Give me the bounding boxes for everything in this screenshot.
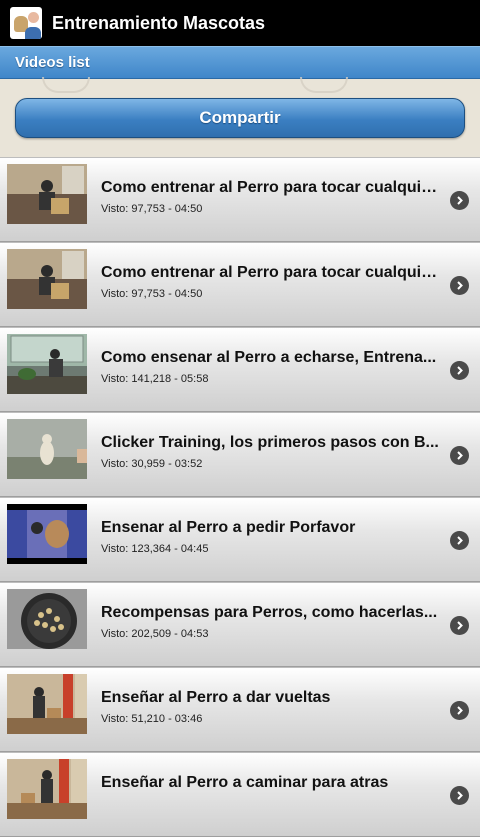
chevron-right-icon[interactable]	[450, 191, 469, 210]
video-thumbnail	[7, 419, 87, 479]
chevron-right-icon[interactable]	[450, 276, 469, 295]
list-item[interactable]: Recompensas para Perros, como hacerlas..…	[0, 582, 480, 667]
decorative-bow-icon	[300, 77, 348, 93]
videos-list-label: Videos list	[15, 54, 90, 71]
chevron-right-icon[interactable]	[450, 786, 469, 805]
chevron-right-icon[interactable]	[450, 361, 469, 380]
share-button[interactable]: Compartir	[15, 98, 465, 138]
video-meta: Visto: 30,959 - 03:52	[101, 458, 203, 470]
video-meta: Visto: 97,753 - 04:50	[101, 203, 203, 215]
chevron-right-icon[interactable]	[450, 701, 469, 720]
video-title: Enseñar al Perro a dar vueltas	[101, 689, 331, 706]
decorative-bow-icon	[42, 77, 90, 93]
video-title: Como entrenar al Perro para tocar cualqu…	[101, 264, 441, 281]
video-thumbnail	[7, 249, 87, 309]
chevron-right-icon[interactable]	[450, 531, 469, 550]
video-meta: Visto: 202,509 - 04:53	[101, 628, 209, 640]
app-title: Entrenamiento Mascotas	[52, 12, 266, 33]
chevron-right-icon[interactable]	[450, 616, 469, 635]
video-thumbnail	[7, 589, 87, 649]
chevron-right-icon[interactable]	[450, 446, 469, 465]
video-title: Recompensas para Perros, como hacerlas..…	[101, 604, 438, 621]
video-thumbnail	[7, 674, 87, 734]
video-thumbnail	[7, 759, 87, 819]
video-meta: Visto: 141,218 - 05:58	[101, 373, 209, 385]
video-thumbnail	[7, 334, 87, 394]
list-item[interactable]: Como ensenar al Perro a echarse, Entrena…	[0, 327, 480, 412]
app-logo-icon	[10, 7, 42, 39]
video-title: Ensenar al Perro a pedir Porfavor	[101, 519, 356, 536]
video-thumbnail	[7, 504, 87, 564]
video-title: Como entrenar al Perro para tocar cualqu…	[101, 179, 441, 196]
list-item[interactable]: Clicker Training, los primeros pasos con…	[0, 412, 480, 497]
video-meta: Visto: 123,364 - 04:45	[101, 543, 209, 555]
list-item[interactable]: Ensenar al Perro a pedir Porfavor Visto:…	[0, 497, 480, 582]
list-item[interactable]: Como entrenar al Perro para tocar cualqu…	[0, 242, 480, 327]
list-item[interactable]: Enseñar al Perro a dar vueltas Visto: 51…	[0, 667, 480, 752]
video-thumbnail	[7, 164, 87, 224]
list-item[interactable]: Enseñar al Perro a caminar para atras	[0, 752, 480, 837]
video-meta: Visto: 97,753 - 04:50	[101, 288, 203, 300]
video-title: Como ensenar al Perro a echarse, Entrena…	[101, 349, 437, 366]
video-title: Enseñar al Perro a caminar para atras	[101, 774, 389, 791]
list-item[interactable]: Como entrenar al Perro para tocar cualqu…	[0, 157, 480, 242]
video-meta: Visto: 51,210 - 03:46	[101, 713, 203, 725]
videos-list-header: Videos list	[0, 46, 480, 79]
app-title-bar: Entrenamiento Mascotas	[0, 0, 480, 46]
video-title: Clicker Training, los primeros pasos con…	[101, 434, 439, 451]
